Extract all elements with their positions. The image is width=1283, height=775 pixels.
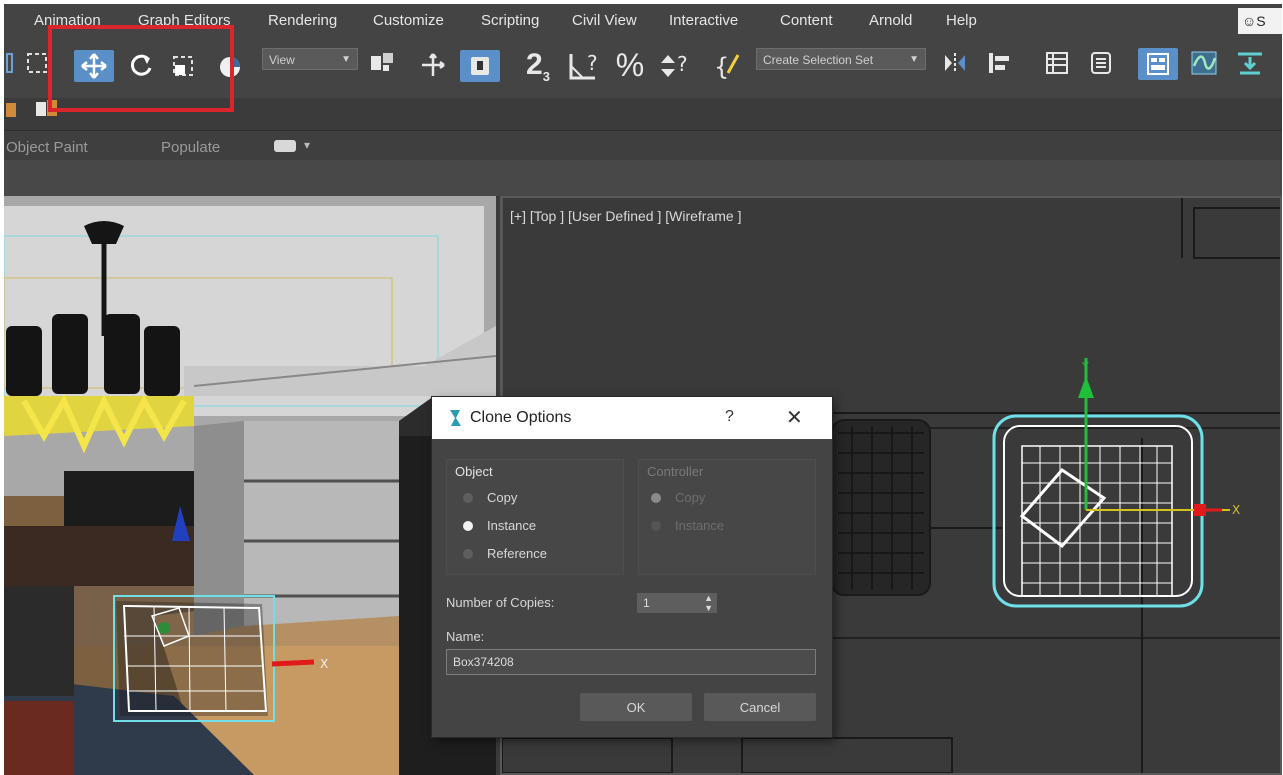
select-region-icon[interactable] <box>22 48 52 78</box>
account-button[interactable]: ☺S <box>1238 8 1282 34</box>
percent-snap-icon[interactable]: % <box>612 46 648 84</box>
link-icon[interactable] <box>4 96 18 122</box>
menu-animation[interactable]: Animation <box>34 12 101 29</box>
ok-button[interactable]: OK <box>580 693 692 721</box>
dialog-title-bar[interactable]: Clone Options ? ✕ <box>432 397 832 439</box>
menu-rendering[interactable]: Rendering <box>268 12 337 29</box>
main-toolbar: View ▼ 23 ? % ? { Create Selection Set ▼ <box>4 38 1282 117</box>
object-group-label: Object <box>455 464 493 479</box>
cancel-button[interactable]: Cancel <box>704 693 816 721</box>
radio-indicator <box>463 520 473 531</box>
view-dropdown-label: View <box>269 53 295 67</box>
scale-icon[interactable] <box>166 50 200 82</box>
radio-label: Instance <box>675 518 725 533</box>
spinner-arrows-icon[interactable]: ▲ ▼ <box>704 593 713 613</box>
layer-explorer-icon[interactable] <box>1084 48 1118 78</box>
render-setup-icon[interactable] <box>1232 48 1268 78</box>
copies-spinner[interactable]: 1 ▲ ▼ <box>637 593 717 613</box>
menu-content[interactable]: Content <box>780 12 833 29</box>
controller-group: Controller Copy Instance <box>638 459 816 575</box>
place-icon[interactable] <box>214 50 248 82</box>
object-group: Object Copy Instance Reference <box>446 459 624 575</box>
ribbon-bar: Object Paint Populate ▾ <box>4 130 1282 161</box>
top-axis-y: Y <box>1081 360 1089 373</box>
radio-indicator <box>651 520 661 531</box>
reference-coordinate-dropdown[interactable]: View ▼ <box>262 48 358 70</box>
close-button[interactable]: ✕ <box>786 405 803 430</box>
radio-indicator <box>651 492 661 503</box>
radio-label: Reference <box>487 546 547 561</box>
edit-named-sets-icon[interactable]: { <box>712 48 748 84</box>
clone-options-dialog: Clone Options ? ✕ Object Copy Instance R… <box>432 397 832 737</box>
copies-label: Number of Copies: <box>446 595 555 610</box>
snap-label: 2 <box>526 48 543 81</box>
svg-text:{: { <box>714 53 729 81</box>
menu-help[interactable]: Help <box>946 12 977 29</box>
move-icon[interactable] <box>74 50 114 82</box>
object-reference-radio[interactable]: Reference <box>463 546 547 561</box>
copies-value: 1 <box>643 596 650 610</box>
controller-group-label: Controller <box>647 464 704 479</box>
mirror-icon[interactable] <box>938 48 972 78</box>
menu-civil-view[interactable]: Civil View <box>572 12 637 29</box>
select-manipulate-icon[interactable] <box>416 50 450 80</box>
ribbon-panel-strip <box>4 160 1282 196</box>
percent-snap-label: % <box>615 46 645 83</box>
named-selection-sets-dropdown[interactable]: Create Selection Set ▼ <box>756 48 926 70</box>
menu-scripting[interactable]: Scripting <box>481 12 539 29</box>
menu-arnold[interactable]: Arnold <box>869 12 912 29</box>
perspective-axis-x: X <box>320 657 328 671</box>
snap-sub-label: 3 <box>542 69 550 84</box>
rotate-icon[interactable] <box>124 50 158 82</box>
app-window: Animation Graph Editors Rendering Custom… <box>4 4 1282 775</box>
controller-copy-radio[interactable]: Copy <box>651 490 705 505</box>
ribbon-toggle-icon[interactable] <box>1138 48 1178 80</box>
angle-snap-icon[interactable]: ? <box>564 48 604 84</box>
align-icon[interactable] <box>982 48 1016 78</box>
object-instance-radio[interactable]: Instance <box>463 518 536 533</box>
ribbon-options-icon[interactable] <box>274 140 296 152</box>
selection-set-label: Create Selection Set <box>763 53 874 67</box>
radio-label: Copy <box>675 490 706 505</box>
svg-text:?: ? <box>587 51 598 75</box>
menu-customize[interactable]: Customize <box>373 12 444 29</box>
perspective-viewport[interactable]: X <box>4 196 496 775</box>
chevron-down-icon: ▼ <box>909 54 919 65</box>
name-label: Name: <box>446 629 485 644</box>
radio-label: Copy <box>487 490 518 505</box>
perspective-scene: X <box>4 196 496 775</box>
viewport-label[interactable]: [+] [Top ] [User Defined ] [Wireframe ] <box>510 208 741 224</box>
snap-3d-icon[interactable]: 23 <box>516 46 560 84</box>
name-field[interactable] <box>446 649 816 675</box>
chevron-down-icon[interactable]: ▾ <box>304 138 310 152</box>
ribbon-tab-populate[interactable]: Populate <box>161 139 220 156</box>
controller-instance-radio[interactable]: Instance <box>651 518 724 533</box>
ribbon-tab-object-paint[interactable]: Object Paint <box>6 139 88 156</box>
chevron-down-icon: ▼ <box>341 54 351 65</box>
object-copy-radio[interactable]: Copy <box>463 490 517 505</box>
pivot-center-icon[interactable] <box>364 48 402 78</box>
top-axis-x: X <box>1232 503 1240 517</box>
svg-text:?: ? <box>677 52 688 76</box>
keyboard-shortcut-icon[interactable] <box>460 50 500 82</box>
scene-explorer-icon[interactable] <box>1040 48 1074 78</box>
spinner-snap-icon[interactable]: ? <box>656 48 696 84</box>
dialog-title: Clone Options <box>470 409 572 426</box>
account-label: S <box>1256 13 1266 29</box>
radio-indicator <box>463 492 473 503</box>
help-button[interactable]: ? <box>725 408 734 426</box>
radio-indicator <box>463 548 473 559</box>
bind-space-warp-icon[interactable] <box>32 96 62 122</box>
menu-graph-editors[interactable]: Graph Editors <box>138 12 231 29</box>
menu-bar: Animation Graph Editors Rendering Custom… <box>4 4 1282 38</box>
curve-editor-icon[interactable] <box>1186 48 1222 78</box>
app-logo-icon <box>450 410 461 426</box>
toolbar-edge-icon[interactable] <box>4 48 16 78</box>
user-icon: ☺ <box>1242 13 1257 29</box>
menu-interactive[interactable]: Interactive <box>669 12 738 29</box>
radio-label: Instance <box>487 518 537 533</box>
